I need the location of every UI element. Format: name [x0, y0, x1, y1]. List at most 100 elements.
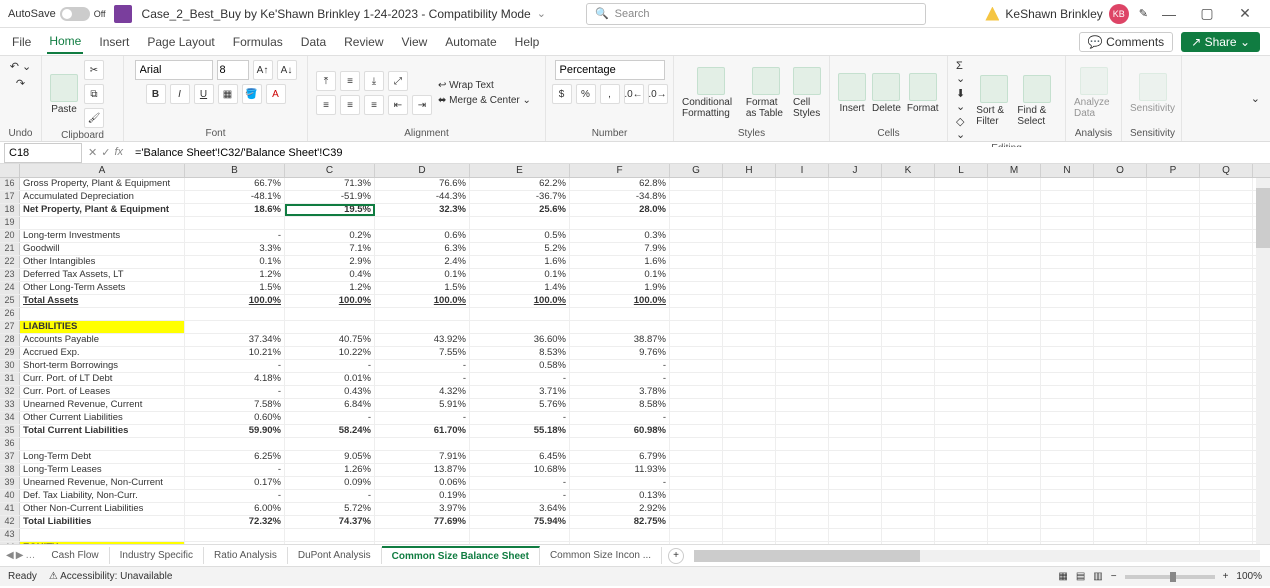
autosave-toggle[interactable]: AutoSave Off: [8, 7, 106, 21]
delete-cells-button[interactable]: Delete: [872, 73, 901, 114]
col-header-J[interactable]: J: [829, 164, 882, 177]
minimize-button[interactable]: —: [1152, 6, 1186, 22]
table-row[interactable]: 19: [0, 217, 1270, 230]
zoom-level[interactable]: 100%: [1236, 571, 1262, 582]
bold-button[interactable]: B: [146, 84, 166, 104]
view-page-layout-button[interactable]: ▤: [1076, 571, 1085, 582]
sheet-tab-dupont[interactable]: DuPont Analysis: [288, 547, 382, 564]
table-row[interactable]: 16Gross Property, Plant & Equipment66.7%…: [0, 178, 1270, 191]
sheet-nav-left[interactable]: ◀: [6, 550, 14, 561]
close-button[interactable]: ✕: [1228, 5, 1262, 22]
conditional-formatting-button[interactable]: Conditional Formatting: [682, 67, 740, 119]
table-row[interactable]: 23Deferred Tax Assets, LT1.2%0.4%0.1%0.1…: [0, 269, 1270, 282]
comments-button[interactable]: 💬 Comments: [1079, 32, 1173, 52]
sensitivity-button[interactable]: Sensitivity: [1130, 73, 1175, 114]
table-row[interactable]: 36: [0, 438, 1270, 451]
col-header-B[interactable]: B: [185, 164, 285, 177]
col-header-D[interactable]: D: [375, 164, 470, 177]
decrease-indent-button[interactable]: ⇤: [388, 95, 408, 115]
cut-button[interactable]: ✂: [84, 60, 104, 80]
font-color-button[interactable]: A: [266, 84, 286, 104]
pen-icon[interactable]: ✎: [1139, 7, 1148, 20]
table-row[interactable]: 39Unearned Revenue, Non-Current0.17%0.09…: [0, 477, 1270, 490]
table-row[interactable]: 42Total Liabilities72.32%74.37%77.69%75.…: [0, 516, 1270, 529]
format-painter-button[interactable]: 🖌: [84, 108, 104, 128]
find-select-button[interactable]: Find & Select: [1017, 75, 1057, 127]
select-all-corner[interactable]: [0, 164, 20, 177]
sheet-tab-industry[interactable]: Industry Specific: [110, 547, 204, 564]
font-name-input[interactable]: [135, 60, 213, 80]
collapse-ribbon-button[interactable]: ⌄: [1251, 92, 1260, 105]
underline-button[interactable]: U: [194, 84, 214, 104]
table-row[interactable]: 22Other Intangibles0.1%2.9%2.4%1.6%1.6%: [0, 256, 1270, 269]
sheet-tab-common-size-bs[interactable]: Common Size Balance Sheet: [382, 546, 540, 565]
table-row[interactable]: 37Long-Term Debt6.25%9.05%7.91%6.45%6.79…: [0, 451, 1270, 464]
table-row[interactable]: 20Long-term Investments-0.2%0.6%0.5%0.3%: [0, 230, 1270, 243]
tab-formulas[interactable]: Formulas: [231, 31, 285, 53]
table-row[interactable]: 24Other Long-Term Assets1.5%1.2%1.5%1.4%…: [0, 282, 1270, 295]
col-header-K[interactable]: K: [882, 164, 935, 177]
clear-button[interactable]: ◇ ⌄: [956, 115, 970, 141]
redo-button[interactable]: ↷: [16, 77, 25, 90]
title-dropdown-icon[interactable]: ⌄: [537, 7, 546, 20]
table-row[interactable]: 27LIABILITIES: [0, 321, 1270, 334]
table-row[interactable]: 17Accumulated Depreciation-48.1%-51.9%-4…: [0, 191, 1270, 204]
accept-formula-icon[interactable]: ✓: [101, 146, 110, 159]
wrap-text-button[interactable]: ↩ Wrap Text: [438, 80, 531, 91]
table-row[interactable]: 29Accrued Exp.10.21%10.22%7.55%8.53%9.76…: [0, 347, 1270, 360]
search-input[interactable]: 🔍 Search: [586, 3, 926, 25]
tab-insert[interactable]: Insert: [97, 31, 131, 53]
fx-icon[interactable]: fx: [114, 146, 123, 159]
save-icon[interactable]: [114, 5, 132, 23]
comma-button[interactable]: ,: [600, 84, 620, 104]
col-header-F[interactable]: F: [570, 164, 670, 177]
sheet-tab-common-size-is[interactable]: Common Size Incon ...: [540, 547, 662, 564]
tab-page-layout[interactable]: Page Layout: [145, 31, 216, 53]
undo-button[interactable]: ↶ ⌄: [10, 60, 32, 73]
warning-icon[interactable]: [985, 7, 999, 21]
tab-home[interactable]: Home: [47, 30, 83, 54]
table-row[interactable]: 41Other Non-Current Liabilities6.00%5.72…: [0, 503, 1270, 516]
percent-button[interactable]: %: [576, 84, 596, 104]
formula-input[interactable]: [129, 147, 1270, 159]
horizontal-scrollbar[interactable]: [694, 550, 1260, 562]
user-name[interactable]: KeShawn Brinkley: [1005, 7, 1102, 21]
zoom-in-button[interactable]: +: [1223, 571, 1229, 582]
merge-center-button[interactable]: ⬌ Merge & Center ⌄: [438, 95, 531, 106]
currency-button[interactable]: $: [552, 84, 572, 104]
sheet-nav-more[interactable]: …: [25, 550, 35, 561]
table-row[interactable]: 33Unearned Revenue, Current7.58%6.84%5.9…: [0, 399, 1270, 412]
analyze-data-button[interactable]: Analyze Data: [1074, 67, 1113, 119]
tab-view[interactable]: View: [400, 31, 430, 53]
tab-automate[interactable]: Automate: [443, 31, 498, 53]
align-middle-button[interactable]: ≡: [340, 71, 360, 91]
table-row[interactable]: 31Curr. Port. of LT Debt4.18%0.01%---: [0, 373, 1270, 386]
table-row[interactable]: 25Total Assets100.0%100.0%100.0%100.0%10…: [0, 295, 1270, 308]
format-as-table-button[interactable]: Format as Table: [746, 67, 787, 119]
table-row[interactable]: 44EQUITY: [0, 542, 1270, 544]
align-right-button[interactable]: ≡: [364, 95, 384, 115]
col-header-Q[interactable]: Q: [1200, 164, 1253, 177]
col-header-H[interactable]: H: [723, 164, 776, 177]
border-button[interactable]: ▦: [218, 84, 238, 104]
name-box[interactable]: [4, 143, 82, 163]
table-row[interactable]: 21Goodwill3.3%7.1%6.3%5.2%7.9%: [0, 243, 1270, 256]
copy-button[interactable]: ⧉: [84, 84, 104, 104]
col-header-C[interactable]: C: [285, 164, 375, 177]
tab-file[interactable]: File: [10, 31, 33, 53]
user-avatar[interactable]: KB: [1109, 4, 1129, 24]
zoom-out-button[interactable]: −: [1111, 571, 1117, 582]
cancel-formula-icon[interactable]: ✕: [88, 146, 97, 159]
maximize-button[interactable]: ▢: [1190, 5, 1224, 22]
format-cells-button[interactable]: Format: [907, 73, 939, 114]
insert-cells-button[interactable]: Insert: [838, 73, 866, 114]
vertical-scrollbar[interactable]: [1256, 178, 1270, 544]
col-header-O[interactable]: O: [1094, 164, 1147, 177]
tab-review[interactable]: Review: [342, 31, 385, 53]
sheet-nav-right[interactable]: ▶: [16, 550, 24, 561]
increase-indent-button[interactable]: ⇥: [412, 95, 432, 115]
align-left-button[interactable]: ≡: [316, 95, 336, 115]
table-row[interactable]: 30Short-term Borrowings---0.58%-: [0, 360, 1270, 373]
align-bottom-button[interactable]: ⤓: [364, 71, 384, 91]
share-button[interactable]: ↗ Share ⌄: [1181, 32, 1260, 52]
